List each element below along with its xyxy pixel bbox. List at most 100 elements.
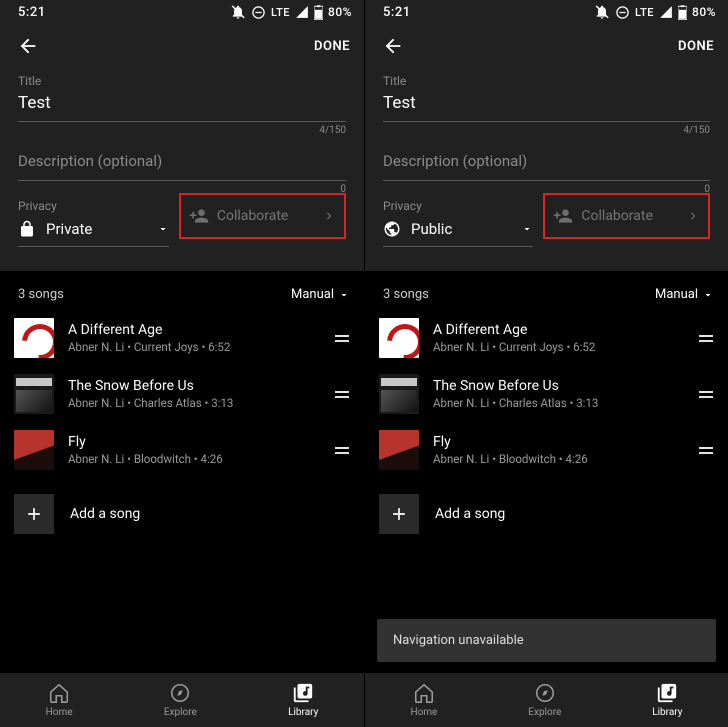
drag-handle-icon[interactable] — [330, 382, 354, 406]
bottom-nav: Home Explore Library — [0, 672, 364, 727]
add-song-button[interactable] — [14, 494, 54, 534]
drag-handle-icon[interactable] — [330, 326, 354, 350]
lock-icon — [18, 220, 36, 238]
drag-handle-icon[interactable] — [694, 382, 718, 406]
back-button[interactable] — [379, 32, 407, 60]
library-icon — [656, 682, 678, 704]
bottom-nav: Home Explore Library — [365, 672, 728, 727]
status-bar: 5:21 LTE 80% — [365, 0, 728, 24]
sort-label: Manual — [655, 287, 698, 302]
description-input[interactable]: Description (optional) — [383, 146, 710, 181]
song-row[interactable]: A Different Age Abner N. Li • Current Jo… — [0, 310, 364, 366]
privacy-value: Private — [46, 220, 147, 238]
arrow-left-icon — [17, 35, 39, 57]
sort-label: Manual — [291, 287, 334, 302]
status-icons: LTE 80% — [230, 4, 352, 20]
chevron-right-icon — [686, 209, 700, 223]
songs-section: 3 songs Manual A Different Age Abner N. … — [0, 271, 364, 672]
nav-library[interactable]: Library — [288, 682, 318, 718]
nav-home[interactable]: Home — [46, 682, 73, 718]
songs-count: 3 songs — [383, 287, 429, 302]
collaborate-button[interactable]: Collaborate — [543, 193, 710, 239]
nav-explore-label: Explore — [164, 707, 197, 718]
sort-button[interactable]: Manual — [291, 287, 350, 302]
person-add-icon — [553, 206, 573, 226]
song-title: The Snow Before Us — [68, 378, 316, 396]
add-song-button[interactable] — [379, 494, 419, 534]
nav-home-label: Home — [46, 707, 73, 718]
song-row[interactable]: The Snow Before Us Abner N. Li • Charles… — [365, 366, 728, 422]
compass-icon — [169, 682, 191, 704]
add-song-row[interactable]: Add a song — [365, 478, 728, 542]
app-header: DONE — [0, 24, 364, 68]
collaborate-button[interactable]: Collaborate — [179, 193, 346, 239]
toast-message: Navigation unavailable — [377, 619, 716, 662]
song-subtitle: Abner N. Li • Charles Atlas • 3:13 — [433, 396, 680, 410]
album-art — [379, 318, 419, 358]
song-title: Fly — [433, 434, 680, 452]
app-header: DONE — [365, 24, 728, 68]
form-area: Title Test 4/150 Description (optional) … — [365, 68, 728, 247]
plus-icon — [389, 504, 409, 524]
song-subtitle: Abner N. Li • Current Joys • 6:52 — [68, 340, 316, 354]
song-subtitle: Abner N. Li • Bloodwitch • 4:26 — [68, 452, 316, 466]
song-row[interactable]: The Snow Before Us Abner N. Li • Charles… — [0, 366, 364, 422]
home-icon — [48, 682, 70, 704]
title-input[interactable]: Test — [18, 91, 346, 122]
sort-button[interactable]: Manual — [655, 287, 714, 302]
album-art — [379, 374, 419, 414]
privacy-select[interactable]: Public — [383, 216, 533, 247]
data-saver-icon — [615, 5, 630, 20]
add-song-row[interactable]: Add a song — [0, 478, 364, 542]
collaborate-label: Collaborate — [581, 208, 652, 224]
back-button[interactable] — [14, 32, 42, 60]
collaborate-label: Collaborate — [217, 208, 288, 224]
song-row[interactable]: Fly Abner N. Li • Bloodwitch • 4:26 — [0, 422, 364, 478]
nav-library-label: Library — [652, 707, 682, 718]
nav-explore[interactable]: Explore — [528, 682, 561, 718]
title-input[interactable]: Test — [383, 91, 710, 122]
song-row[interactable]: A Different Age Abner N. Li • Current Jo… — [365, 310, 728, 366]
privacy-select[interactable]: Private — [18, 216, 169, 247]
status-bar: 5:21 LTE 80% — [0, 0, 364, 24]
status-time: 5:21 — [18, 5, 46, 20]
privacy-label: Privacy — [383, 199, 533, 213]
done-button[interactable]: DONE — [678, 39, 714, 54]
battery-label: 80% — [692, 5, 716, 19]
nav-library[interactable]: Library — [652, 682, 682, 718]
song-title: A Different Age — [433, 322, 680, 340]
plus-icon — [24, 504, 44, 524]
screen-right: 5:21 LTE 80% DONE Title Test 4/150 Descr… — [364, 0, 728, 727]
album-art — [379, 430, 419, 470]
song-row[interactable]: Fly Abner N. Li • Bloodwitch • 4:26 — [365, 422, 728, 478]
drag-handle-icon[interactable] — [694, 326, 718, 350]
network-label: LTE — [635, 6, 654, 19]
caret-down-icon — [702, 289, 714, 301]
battery-icon — [314, 5, 323, 20]
description-input[interactable]: Description (optional) — [18, 146, 346, 181]
add-song-label: Add a song — [70, 506, 140, 522]
status-time: 5:21 — [383, 5, 411, 20]
title-counter: 4/150 — [383, 125, 710, 136]
dnd-icon — [594, 4, 610, 20]
screen-left: 5:21 LTE 80% DONE Title Test 4/150 Descr… — [0, 0, 364, 727]
album-art — [14, 430, 54, 470]
title-label: Title — [18, 74, 346, 88]
song-subtitle: Abner N. Li • Charles Atlas • 3:13 — [68, 396, 316, 410]
nav-explore[interactable]: Explore — [164, 682, 197, 718]
arrow-left-icon — [382, 35, 404, 57]
signal-icon — [295, 5, 309, 19]
songs-count: 3 songs — [18, 287, 64, 302]
drag-handle-icon[interactable] — [330, 438, 354, 462]
done-button[interactable]: DONE — [314, 39, 350, 54]
drag-handle-icon[interactable] — [694, 438, 718, 462]
network-label: LTE — [271, 6, 290, 19]
nav-home[interactable]: Home — [410, 682, 437, 718]
privacy-value: Public — [411, 220, 511, 238]
song-title: A Different Age — [68, 322, 316, 340]
caret-down-icon — [338, 289, 350, 301]
album-art — [14, 374, 54, 414]
data-saver-icon — [251, 5, 266, 20]
library-icon — [292, 682, 314, 704]
songs-section: 3 songs Manual A Different Age Abner N. … — [365, 271, 728, 672]
